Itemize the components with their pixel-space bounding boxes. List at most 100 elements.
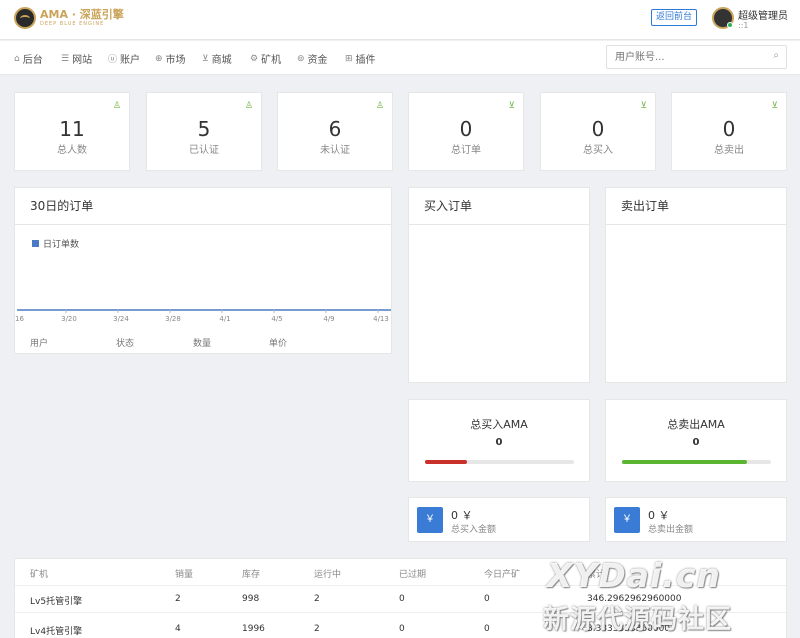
column-header: 用户	[30, 339, 49, 349]
panel-title: 卖出订单	[606, 188, 786, 225]
orders-30d-panel: 30日的订单 日订单数 16 3/20 3/24 3/28 4/1 4/5 4/9 4/13 …	[14, 187, 392, 354]
nav-item-funds[interactable]: ⊚ 资金	[297, 51, 328, 67]
yen-icon: ￥	[417, 507, 443, 533]
search-icon[interactable]: ⌕	[773, 50, 779, 61]
user-icon: ⓤ	[108, 55, 118, 65]
nav-item-miners[interactable]: ⚙ 矿机	[250, 51, 282, 67]
total-buy-amount-panel: ￥ 0 ￥ 总买入金额	[408, 497, 590, 542]
stat-card-total-orders: ⊻ 0 总订单	[408, 92, 524, 171]
admin-ip: ::1	[738, 21, 749, 30]
nav-item-shop[interactable]: ⊻ 商城	[202, 51, 232, 67]
online-status-icon	[727, 22, 733, 28]
panel-title: 30日的订单	[15, 188, 391, 225]
sell-amount-value: 0 ￥	[648, 509, 670, 522]
column-header: 数量	[193, 339, 212, 349]
miner-name: Lv4托管引擎	[30, 627, 83, 637]
search-input[interactable]	[607, 46, 757, 68]
yen-icon: ￥	[614, 507, 640, 533]
chart-legend[interactable]: 日订单数	[32, 237, 79, 250]
total-sell-ama-panel: 总卖出AMA 0	[605, 399, 787, 482]
column-header: 状态	[116, 339, 135, 349]
nav-label: 账户	[120, 55, 141, 66]
stat-value: 5	[197, 117, 211, 141]
back-to-frontend-button[interactable]: 返回前台	[651, 9, 697, 26]
stat-value: 0	[722, 117, 736, 141]
legend-label: 日订单数	[43, 240, 80, 250]
column-header: 库存	[242, 570, 261, 580]
cart-icon: ⊻	[771, 101, 778, 111]
stat-card-unverified: ♙ 6 未认证	[277, 92, 393, 171]
nav-label: 后台	[22, 55, 43, 66]
top-bar: AMA · 深蓝引擎 DEEP BLUE ENGINE 返回前台 超级管理员 :…	[0, 0, 800, 40]
buy-amount-value: 0 ￥	[451, 509, 473, 522]
nav-item-plugins[interactable]: ⊞ 插件	[345, 51, 376, 67]
stat-label: 总买入	[583, 145, 613, 156]
stat-card-total-buy: ⊻ 0 总买入	[540, 92, 656, 171]
watermark-text: 新源代源码社区	[543, 605, 733, 635]
nav-label: 市场	[165, 55, 186, 66]
stat-label: 已认证	[189, 145, 219, 156]
miner-stock: 1996	[242, 624, 265, 634]
nav-item-account[interactable]: ⓤ 账户	[108, 51, 140, 66]
miner-sold: 4	[175, 624, 181, 634]
cart-icon: ⊻	[202, 53, 209, 64]
buy-progress-bar	[425, 460, 574, 464]
x-tick-label: 4/9	[323, 315, 334, 323]
total-buy-value: 0	[495, 437, 503, 448]
nav-label: 插件	[355, 55, 376, 66]
home-icon: ⌂	[14, 53, 20, 64]
x-tick-label: 3/24	[113, 315, 129, 323]
user-search: ⌕	[606, 45, 787, 69]
grid-icon: ⊞	[345, 53, 353, 64]
miner-expired: 0	[399, 594, 405, 604]
x-tick-label: 16	[15, 315, 24, 323]
stat-value: 0	[459, 117, 473, 141]
total-sell-title: 总卖出AMA	[667, 418, 725, 431]
stat-value: 11	[59, 117, 85, 141]
miner-running: 2	[314, 594, 320, 604]
column-header: 今日产矿	[484, 570, 521, 580]
nav-item-dashboard[interactable]: ⌂ 后台	[14, 51, 43, 67]
cart-icon: ⊻	[508, 101, 515, 111]
sell-orders-panel: 卖出订单	[605, 187, 787, 383]
legend-swatch	[32, 240, 39, 247]
user-icon: ♙	[112, 101, 121, 111]
miner-today-output: 0	[484, 624, 490, 634]
stat-value: 0	[591, 117, 605, 141]
nav-item-market[interactable]: ⊕ 市场	[155, 51, 186, 67]
cart-icon: ⊻	[640, 101, 647, 111]
stat-card-verified: ♙ 5 已认证	[146, 92, 262, 171]
panel-title: 买入订单	[409, 188, 589, 225]
nav-label: 商城	[211, 55, 232, 66]
nav-label: 网站	[72, 55, 93, 66]
nav-label: 矿机	[261, 55, 282, 66]
stat-label: 未认证	[320, 145, 350, 156]
brand-tagline: DEEP BLUE ENGINE	[40, 21, 105, 27]
column-header: 矿机	[30, 570, 49, 580]
gear-icon: ⚙	[250, 53, 259, 64]
orders-line-chart: 16 3/20 3/24 3/28 4/1 4/5 4/9 4/13	[15, 309, 391, 323]
nav-item-website[interactable]: ☰ 网站	[61, 51, 93, 67]
admin-name[interactable]: 超级管理员	[738, 7, 788, 22]
user-icon: ♙	[244, 101, 253, 111]
stat-card-total-users: ♙ 11 总人数	[14, 92, 130, 171]
column-header: 销量	[175, 570, 194, 580]
total-sell-amount-panel: ￥ 0 ￥ 总卖出金额	[605, 497, 787, 542]
x-tick-label: 3/20	[61, 315, 77, 323]
list-icon: ☰	[61, 53, 70, 64]
x-tick-label: 4/13	[373, 315, 389, 323]
stat-label: 总订单	[451, 145, 481, 156]
column-header: 单价	[269, 339, 288, 349]
nav-label: 资金	[307, 55, 328, 66]
brand-logo[interactable]: AMA · 深蓝引擎 DEEP BLUE ENGINE	[14, 7, 124, 29]
stat-card-total-sell: ⊻ 0 总卖出	[671, 92, 787, 171]
column-header: 已过期	[399, 570, 427, 580]
x-tick-label: 4/5	[271, 315, 282, 323]
x-tick-label: 4/1	[219, 315, 230, 323]
user-icon: ♙	[375, 101, 384, 111]
miner-stock: 998	[242, 594, 260, 604]
miner-name: Lv5托管引擎	[30, 597, 83, 607]
stat-value: 6	[328, 117, 342, 141]
sell-progress-fill	[622, 460, 748, 464]
total-sell-value: 0	[692, 437, 700, 448]
